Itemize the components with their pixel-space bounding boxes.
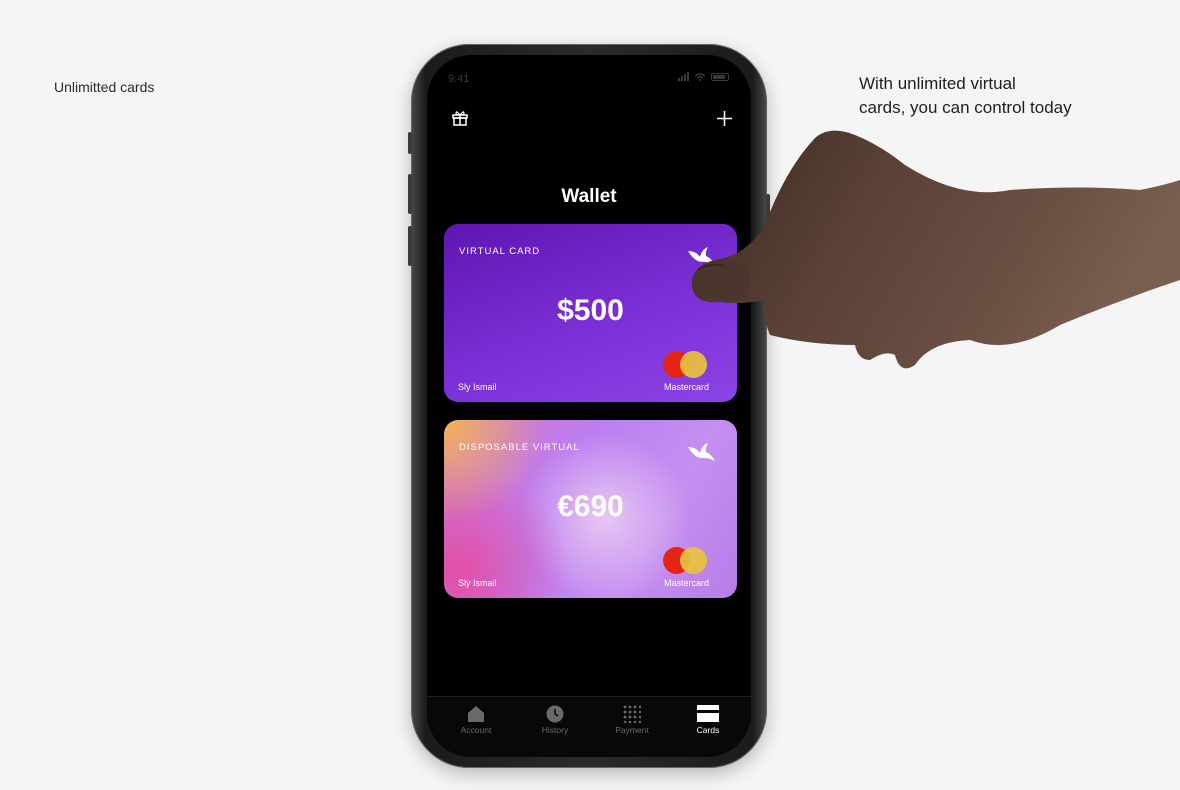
tab-label: History: [541, 725, 569, 735]
wifi-icon: [694, 73, 706, 81]
disposable-virtual-card[interactable]: DISPOSABLE VIRTUAL €690 Sly Ismail Maste…: [444, 420, 737, 598]
tab-history[interactable]: History: [525, 705, 585, 735]
tab-payment[interactable]: Payment: [602, 705, 662, 735]
bird-logo-icon: [688, 443, 715, 461]
card-icon: [697, 705, 719, 722]
card-holder: Sly Ismail: [458, 382, 497, 392]
status-bar: 9:41: [427, 55, 751, 99]
left-caption: Unlimitted cards: [54, 79, 155, 95]
volume-up-button: [408, 174, 412, 214]
tab-label: Cards: [696, 725, 720, 735]
tab-account[interactable]: Account: [446, 705, 506, 735]
right-caption-line-1: With unlimited virtual: [859, 74, 1016, 93]
tab-bar: Account History Payment Cards: [427, 696, 751, 757]
mastercard-logo-icon: [663, 547, 707, 574]
card-amount: €690: [557, 490, 624, 523]
home-icon: [468, 706, 484, 722]
card-type-label: DISPOSABLE VIRTUAL: [459, 442, 580, 453]
volume-down-button: [408, 226, 412, 266]
signal-icon: [678, 72, 689, 81]
grid-icon: [623, 705, 641, 723]
tab-label: Payment: [615, 725, 649, 735]
battery-icon: [711, 73, 729, 81]
tab-cards[interactable]: Cards: [678, 705, 738, 735]
status-icons: [678, 72, 729, 81]
card-type-label: VIRTUAL CARD: [459, 246, 541, 257]
tab-label: Account: [460, 725, 492, 735]
gift-icon[interactable]: [452, 110, 468, 126]
status-time: 9:41: [448, 73, 470, 85]
right-caption: With unlimited virtual cards, you can co…: [859, 72, 1119, 120]
plus-icon[interactable]: [716, 110, 733, 127]
card-holder: Sly Ismail: [458, 578, 497, 588]
mute-switch: [408, 132, 412, 154]
clock-icon: [546, 705, 564, 723]
hand-illustration: [691, 130, 1180, 369]
card-brand: Mastercard: [663, 578, 709, 588]
right-caption-line-2: cards, you can control today: [859, 98, 1072, 117]
card-brand: Mastercard: [663, 382, 709, 392]
